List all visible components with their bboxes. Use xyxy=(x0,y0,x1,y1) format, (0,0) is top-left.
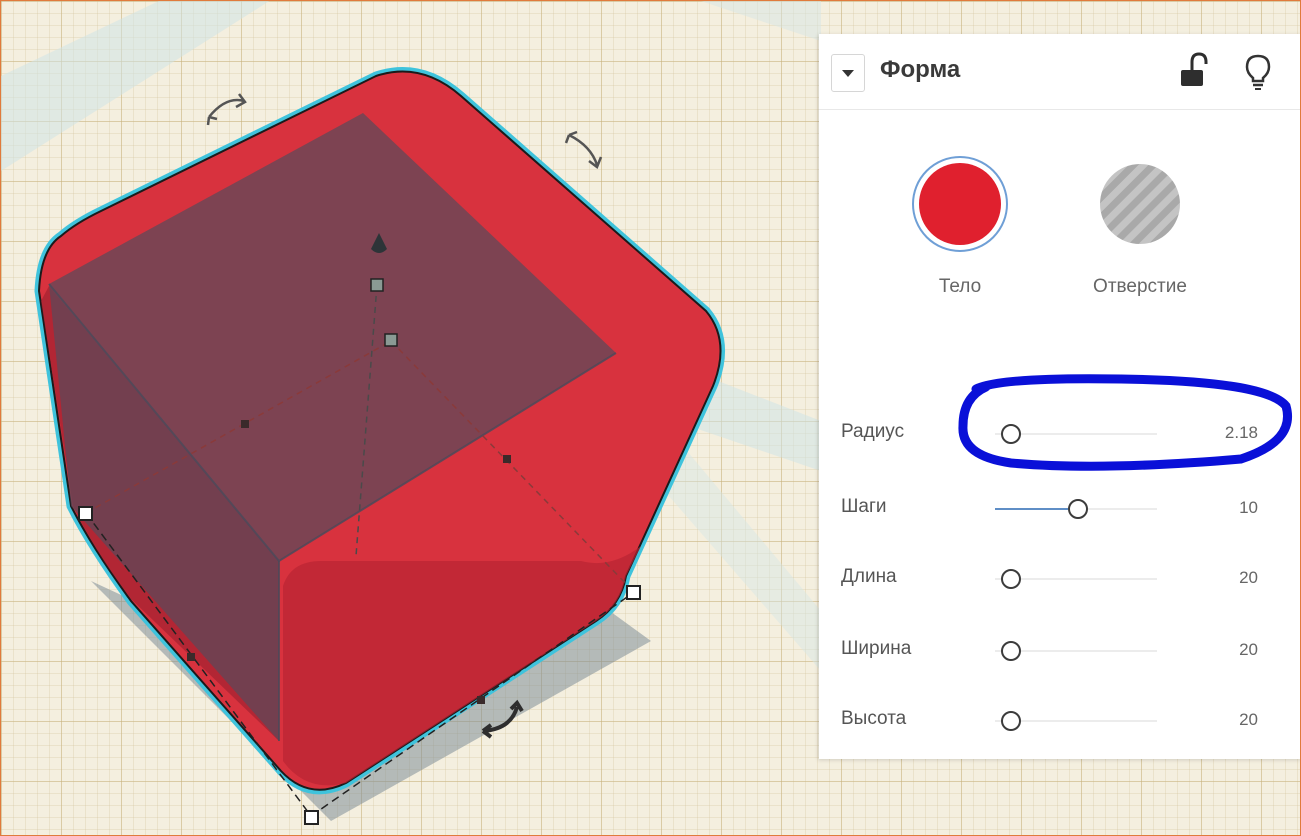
param-value[interactable]: 20 xyxy=(1239,640,1258,660)
solid-color-option[interactable]: Тело xyxy=(905,154,1015,298)
resize-handle[interactable] xyxy=(304,810,319,825)
param-slider[interactable] xyxy=(995,641,1157,661)
param-row: Длина 20 xyxy=(819,559,1300,599)
param-slider-knob[interactable] xyxy=(1001,641,1021,661)
edge-midpoint xyxy=(477,696,485,704)
param-row: Ширина 20 xyxy=(819,631,1300,671)
rotate-arrow-icon[interactable] xyxy=(564,130,603,169)
param-slider[interactable] xyxy=(995,499,1157,519)
param-label: Длина xyxy=(841,566,897,587)
height-handle[interactable] xyxy=(370,278,384,292)
param-value[interactable]: 20 xyxy=(1239,568,1258,588)
hole-option[interactable]: Отверстие xyxy=(1085,154,1195,298)
panel-header: Форма xyxy=(819,34,1300,110)
param-slider-fill xyxy=(995,508,1068,510)
panel-title: Форма xyxy=(880,56,961,83)
param-slider-knob[interactable] xyxy=(1001,711,1021,731)
hole-swatch[interactable] xyxy=(1090,154,1190,254)
solid-label: Тело xyxy=(938,276,982,297)
edge-midpoint xyxy=(187,653,195,661)
lock-button[interactable] xyxy=(1178,50,1208,90)
resize-handle[interactable] xyxy=(626,585,641,600)
center-handle[interactable] xyxy=(384,333,398,347)
edge-midpoint xyxy=(241,420,249,428)
chevron-down-icon xyxy=(842,70,854,77)
param-slider[interactable] xyxy=(995,424,1157,444)
param-slider[interactable] xyxy=(995,711,1157,731)
workplane-band xyxy=(701,1,821,41)
param-row: Высота 20 xyxy=(819,701,1300,741)
param-slider-knob[interactable] xyxy=(1001,424,1021,444)
solid-color-swatch[interactable] xyxy=(910,154,1010,254)
param-value[interactable]: 2.18 xyxy=(1225,423,1258,443)
param-label: Ширина xyxy=(841,638,912,659)
workplane-canvas[interactable]: Форма Тело Отверстие Радиус 2.18 Шаги 10… xyxy=(0,0,1301,836)
rotate-arrow-icon[interactable] xyxy=(206,93,247,126)
param-value[interactable]: 20 xyxy=(1239,710,1258,730)
hole-label: Отверстие xyxy=(1093,276,1187,297)
param-row: Радиус 2.18 xyxy=(819,414,1300,454)
param-slider[interactable] xyxy=(995,569,1157,589)
lightbulb-icon xyxy=(1245,54,1271,90)
collapse-panel-button[interactable] xyxy=(831,54,865,92)
param-slider-knob[interactable] xyxy=(1067,499,1088,519)
unlocked-icon xyxy=(1181,52,1208,86)
shape-inspector-panel: Форма Тело Отверстие Радиус 2.18 Шаги 10… xyxy=(819,34,1300,759)
param-label: Высота xyxy=(841,708,907,729)
param-label: Шаги xyxy=(841,496,887,517)
resize-handle[interactable] xyxy=(78,506,93,521)
param-slider-knob[interactable] xyxy=(1001,569,1021,589)
edge-midpoint xyxy=(503,455,511,463)
param-label: Радиус xyxy=(841,421,905,442)
lightbulb-button[interactable] xyxy=(1243,50,1273,90)
param-row: Шаги 10 xyxy=(819,489,1300,529)
param-value[interactable]: 10 xyxy=(1239,498,1258,518)
